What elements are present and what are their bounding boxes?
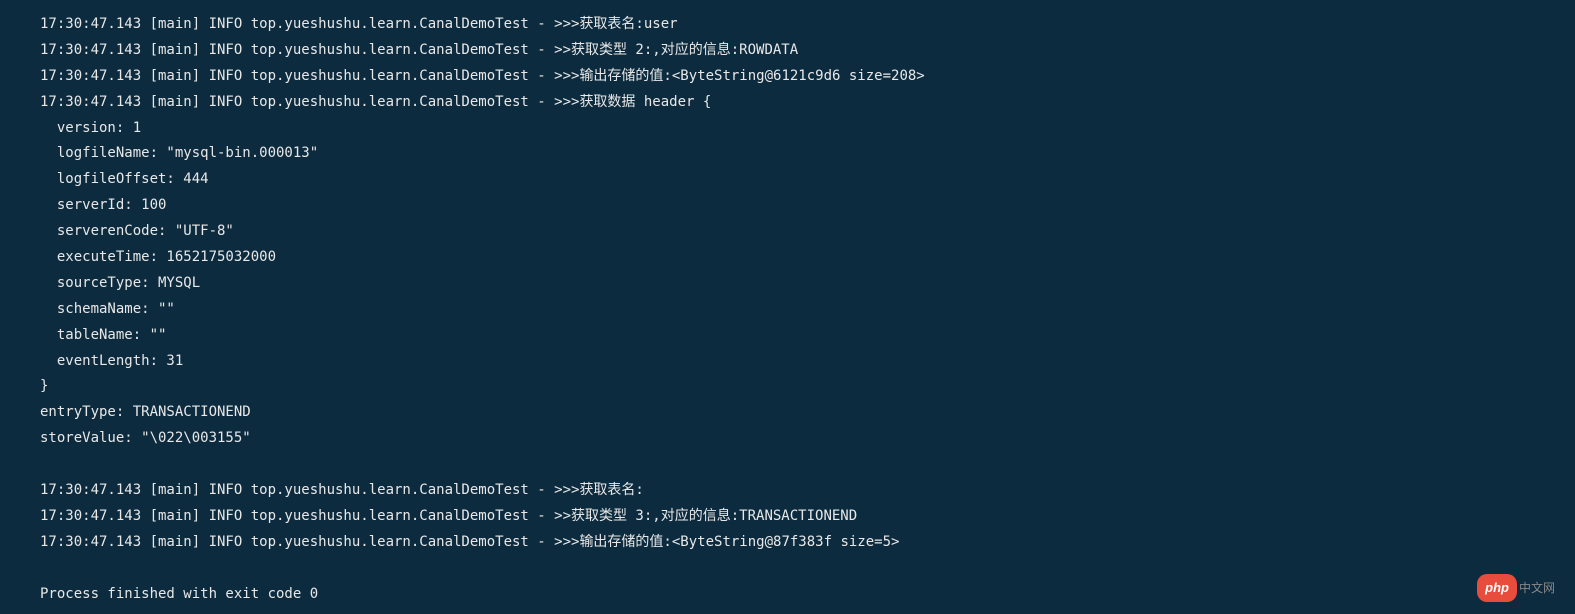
blank-line bbox=[40, 452, 1575, 478]
log-line: storeValue: "\022\003155" bbox=[40, 426, 1575, 452]
log-line: version: 1 bbox=[40, 116, 1575, 142]
console-output: 17:30:47.143 [main] INFO top.yueshushu.l… bbox=[40, 12, 1575, 607]
log-line: serverId: 100 bbox=[40, 193, 1575, 219]
log-line: eventLength: 31 bbox=[40, 349, 1575, 375]
log-line: tableName: "" bbox=[40, 323, 1575, 349]
log-line: 17:30:47.143 [main] INFO top.yueshushu.l… bbox=[40, 504, 1575, 530]
watermark-badge: php bbox=[1477, 574, 1517, 602]
log-line: entryType: TRANSACTIONEND bbox=[40, 400, 1575, 426]
log-line: 17:30:47.143 [main] INFO top.yueshushu.l… bbox=[40, 478, 1575, 504]
log-line: schemaName: "" bbox=[40, 297, 1575, 323]
watermark: php 中文网 bbox=[1477, 574, 1555, 602]
watermark-text: 中文网 bbox=[1519, 577, 1555, 599]
log-line: 17:30:47.143 [main] INFO top.yueshushu.l… bbox=[40, 64, 1575, 90]
log-line: executeTime: 1652175032000 bbox=[40, 245, 1575, 271]
log-line: 17:30:47.143 [main] INFO top.yueshushu.l… bbox=[40, 90, 1575, 116]
log-line: serverenCode: "UTF-8" bbox=[40, 219, 1575, 245]
log-line: 17:30:47.143 [main] INFO top.yueshushu.l… bbox=[40, 12, 1575, 38]
log-line: Process finished with exit code 0 bbox=[40, 582, 1575, 608]
log-line: logfileName: "mysql-bin.000013" bbox=[40, 141, 1575, 167]
log-line: 17:30:47.143 [main] INFO top.yueshushu.l… bbox=[40, 530, 1575, 556]
log-line: } bbox=[40, 374, 1575, 400]
log-line: 17:30:47.143 [main] INFO top.yueshushu.l… bbox=[40, 38, 1575, 64]
log-line: logfileOffset: 444 bbox=[40, 167, 1575, 193]
log-line: sourceType: MYSQL bbox=[40, 271, 1575, 297]
blank-line bbox=[40, 556, 1575, 582]
